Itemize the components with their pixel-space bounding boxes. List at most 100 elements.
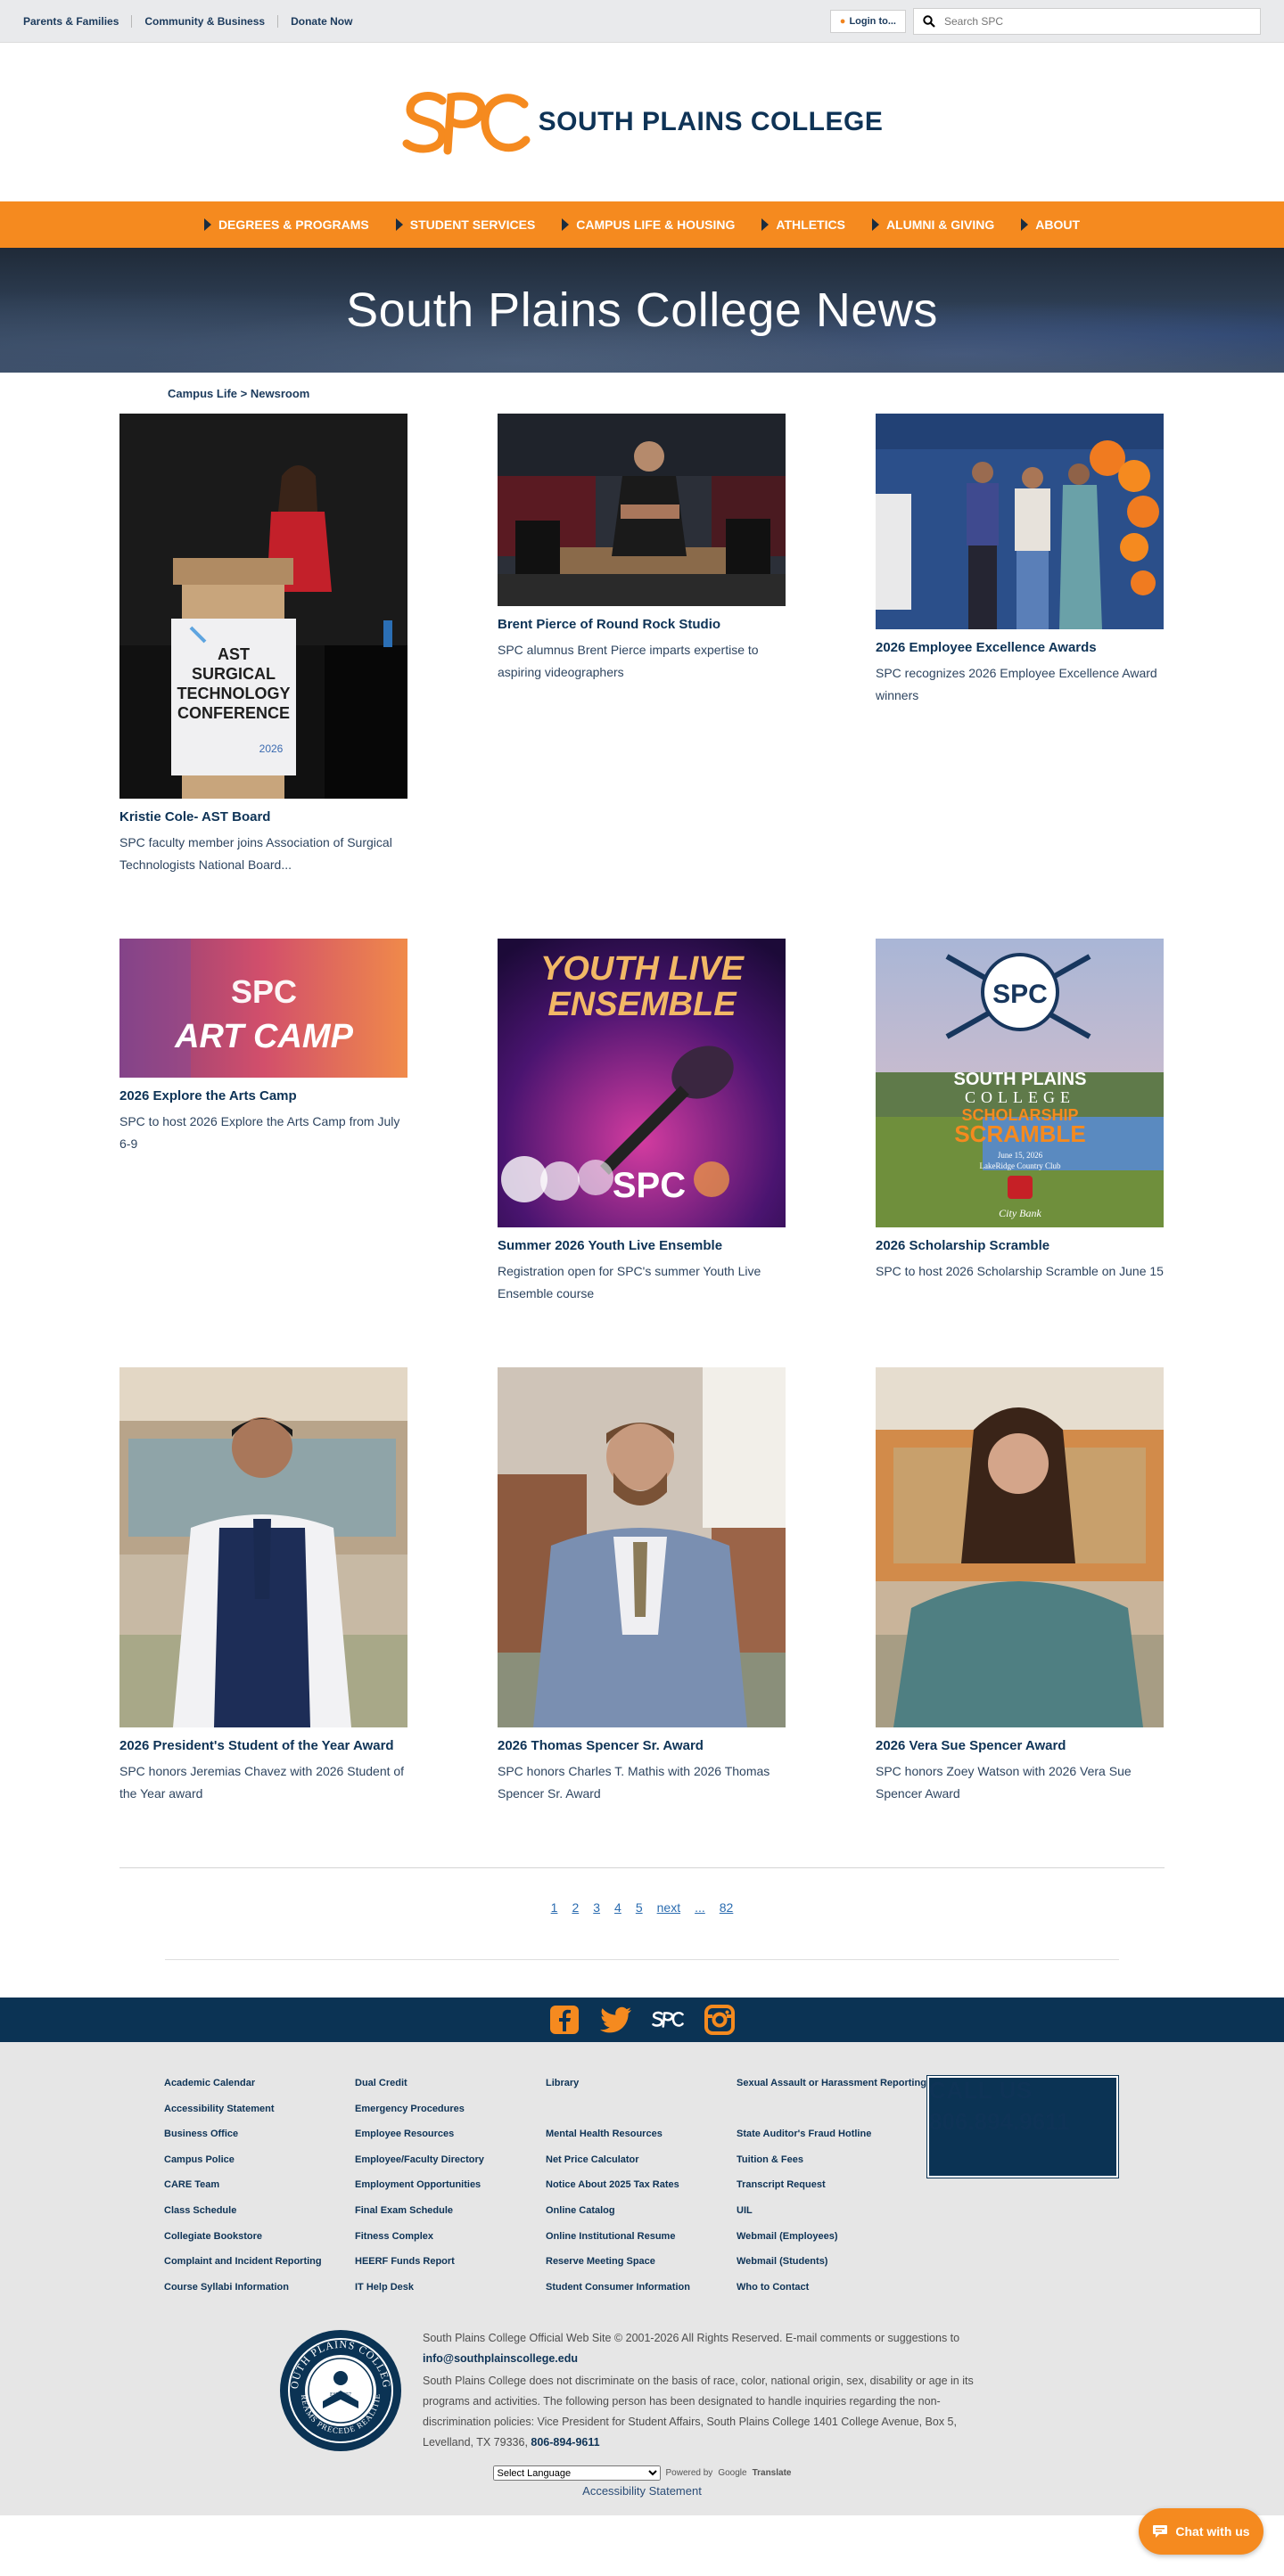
news-image-ast-board[interactable]: AST SURGICAL TECHNOLOGY CONFERENCE 2026 bbox=[119, 414, 407, 803]
login-label: Login to... bbox=[849, 15, 896, 27]
call-us-box[interactable]: CALL US 806.894.9611 bbox=[926, 2075, 1119, 2178]
footer-link[interactable]: HEERF Funds Report bbox=[355, 2249, 546, 2275]
footer-link[interactable]: Emergency Procedures bbox=[355, 2096, 546, 2122]
news-card: YOUTH LIVE ENSEMBLE SPC Summer 2026 Yout… bbox=[498, 939, 786, 1305]
footer-link[interactable]: Library bbox=[546, 2071, 737, 2096]
footer-link[interactable]: Who to Contact bbox=[737, 2275, 927, 2301]
nav-alumni-giving[interactable]: ALUMNI & GIVING bbox=[871, 217, 994, 232]
footer-link[interactable]: Net Price Calculator bbox=[546, 2147, 737, 2173]
chat-button[interactable]: Chat with us bbox=[1139, 2508, 1263, 2555]
footer-link[interactable]: Fitness Complex bbox=[355, 2224, 546, 2250]
footer-link[interactable]: Employment Opportunities bbox=[355, 2172, 546, 2198]
instagram-icon[interactable] bbox=[704, 2004, 736, 2036]
footer: Academic Calendar Accessibility Statemen… bbox=[0, 2042, 1284, 2516]
news-image-thomas-spencer[interactable] bbox=[498, 1367, 786, 1732]
footer-link[interactable]: Academic Calendar bbox=[164, 2071, 355, 2096]
news-card: AST SURGICAL TECHNOLOGY CONFERENCE 2026 … bbox=[119, 414, 407, 876]
page-link-1[interactable]: 1 bbox=[551, 1900, 558, 1915]
news-title[interactable]: 2026 Vera Sue Spencer Award bbox=[876, 1737, 1164, 1755]
search-icon[interactable] bbox=[923, 14, 935, 28]
nav-label: CAMPUS LIFE & HOUSING bbox=[576, 217, 736, 232]
news-title[interactable]: Summer 2026 Youth Live Ensemble bbox=[498, 1237, 786, 1255]
phone-link[interactable]: 806-894-9611 bbox=[531, 2436, 599, 2449]
college-seal: EST 1957 SOUTH PLAINS COLLEGE DREAMS PRE… bbox=[278, 2328, 401, 2452]
page-link-5[interactable]: 5 bbox=[636, 1900, 643, 1915]
footer-link[interactable]: State Auditor's Fraud Hotline bbox=[737, 2121, 927, 2147]
footer-link[interactable]: Collegiate Bookstore bbox=[164, 2224, 355, 2250]
news-title[interactable]: 2026 Employee Excellence Awards bbox=[876, 639, 1164, 657]
nav-label: ABOUT bbox=[1035, 217, 1081, 232]
footer-link[interactable]: Tuition & Fees bbox=[737, 2147, 927, 2173]
caret-right-icon bbox=[562, 218, 570, 231]
spc-icon[interactable] bbox=[652, 2004, 684, 2036]
twitter-icon[interactable] bbox=[600, 2004, 632, 2036]
nav-campus-life-housing[interactable]: CAMPUS LIFE & HOUSING bbox=[562, 217, 735, 232]
footer-link[interactable]: UIL bbox=[737, 2198, 927, 2224]
news-title[interactable]: 2026 Thomas Spencer Sr. Award bbox=[498, 1737, 786, 1755]
news-image-brent-pierce[interactable] bbox=[498, 414, 786, 611]
footer-link[interactable]: Student Consumer Information bbox=[546, 2275, 737, 2301]
footer-link[interactable]: Employee Resources bbox=[355, 2121, 546, 2147]
page-link-2[interactable]: 2 bbox=[572, 1900, 579, 1915]
page-link-last[interactable]: 82 bbox=[720, 1900, 734, 1915]
news-image-youth-live-ensemble[interactable]: YOUTH LIVE ENSEMBLE SPC bbox=[498, 939, 786, 1232]
news-title[interactable]: 2026 Explore the Arts Camp bbox=[119, 1087, 407, 1105]
footer-link[interactable]: Complaint and Incident Reporting bbox=[164, 2249, 355, 2275]
footer-link[interactable]: CARE Team bbox=[164, 2172, 355, 2198]
search-input[interactable] bbox=[944, 14, 1251, 28]
footer-column-4: Sexual Assault or Harassment Reporting S… bbox=[737, 2071, 927, 2300]
utility-right: ● Login to... bbox=[829, 7, 1261, 35]
parents-families-link[interactable]: Parents & Families bbox=[23, 15, 131, 28]
footer-link[interactable]: Final Exam Schedule bbox=[355, 2198, 546, 2224]
news-title[interactable]: Kristie Cole- AST Board bbox=[119, 808, 407, 826]
footer-link[interactable]: Course Syllabi Information bbox=[164, 2275, 355, 2301]
news-title[interactable]: 2026 President's Student of the Year Awa… bbox=[119, 1737, 407, 1755]
news-image-art-camp[interactable]: SPC ART CAMP bbox=[119, 939, 407, 1082]
language-select[interactable]: Select Language bbox=[492, 2465, 661, 2482]
footer-link[interactable]: Employee/Faculty Directory bbox=[355, 2147, 546, 2173]
nav-about[interactable]: ABOUT bbox=[1021, 217, 1080, 232]
footer-link[interactable]: Online Catalog bbox=[546, 2198, 737, 2224]
login-button[interactable]: ● Login to... bbox=[829, 9, 906, 33]
footer-link[interactable]: Webmail (Students) bbox=[737, 2249, 927, 2275]
nav-student-services[interactable]: STUDENT SERVICES bbox=[395, 217, 535, 232]
powered-by-text: Powered by bbox=[665, 2468, 713, 2479]
footer-link[interactable]: Business Office bbox=[164, 2121, 355, 2147]
news-image-vera-sue-spencer[interactable] bbox=[876, 1367, 1164, 1732]
footer-link[interactable]: Notice About 2025 Tax Rates bbox=[546, 2172, 737, 2198]
breadcrumb-campus-life[interactable]: Campus Life bbox=[168, 387, 237, 400]
news-title[interactable]: 2026 Scholarship Scramble bbox=[876, 1237, 1164, 1255]
footer-link[interactable]: Mental Health Resources bbox=[546, 2121, 737, 2147]
news-image-scholarship-scramble[interactable]: SPC SOUTH PLAINS COLLEGE SCHOLARSHIP SCR… bbox=[876, 939, 1164, 1232]
footer-link[interactable]: Class Schedule bbox=[164, 2198, 355, 2224]
page-link-4[interactable]: 4 bbox=[614, 1900, 621, 1915]
news-image-student-of-year[interactable] bbox=[119, 1367, 407, 1732]
page-link-ellipsis[interactable]: ... bbox=[695, 1900, 705, 1915]
nav-degrees-programs[interactable]: DEGREES & PROGRAMS bbox=[203, 217, 369, 232]
facebook-icon[interactable] bbox=[548, 2004, 580, 2036]
footer-link[interactable]: Transcript Request bbox=[737, 2172, 927, 2198]
news-title[interactable]: Brent Pierce of Round Rock Studio bbox=[498, 616, 786, 634]
nav-label: DEGREES & PROGRAMS bbox=[218, 217, 369, 232]
news-image-employee-awards[interactable] bbox=[876, 414, 1164, 634]
footer-link[interactable]: Webmail (Employees) bbox=[737, 2224, 927, 2250]
email-link[interactable]: info@southplainscollege.edu bbox=[423, 2352, 578, 2365]
nav-athletics[interactable]: ATHLETICS bbox=[761, 217, 845, 232]
footer-link[interactable]: Reserve Meeting Space bbox=[546, 2249, 737, 2275]
footer-link[interactable]: Campus Police bbox=[164, 2147, 355, 2173]
footer-column-3: Library Mental Health Resources Net Pric… bbox=[546, 2071, 737, 2300]
footer-link[interactable]: Online Institutional Resume bbox=[546, 2224, 737, 2250]
page-link-3[interactable]: 3 bbox=[593, 1900, 600, 1915]
footer-link[interactable]: Sexual Assault or Harassment Reporting bbox=[737, 2071, 927, 2096]
community-business-link[interactable]: Community & Business bbox=[131, 14, 277, 28]
footer-link[interactable]: Dual Credit bbox=[355, 2071, 546, 2096]
pagination: 1 2 3 4 5 next ... 82 bbox=[0, 1868, 1284, 1936]
accessibility-statement-link[interactable]: Accessibility Statement bbox=[0, 2484, 1284, 2498]
page-link-next[interactable]: next bbox=[657, 1900, 680, 1915]
donate-now-link[interactable]: Donate Now bbox=[277, 14, 365, 28]
footer-link[interactable]: IT Help Desk bbox=[355, 2275, 546, 2301]
translate-link[interactable]: Translate bbox=[753, 2468, 792, 2478]
image-text: TECHNOLOGY bbox=[177, 685, 290, 702]
college-logo[interactable]: SOUTH PLAINS COLLEGE bbox=[401, 86, 884, 158]
footer-link[interactable]: Accessibility Statement bbox=[164, 2096, 355, 2122]
